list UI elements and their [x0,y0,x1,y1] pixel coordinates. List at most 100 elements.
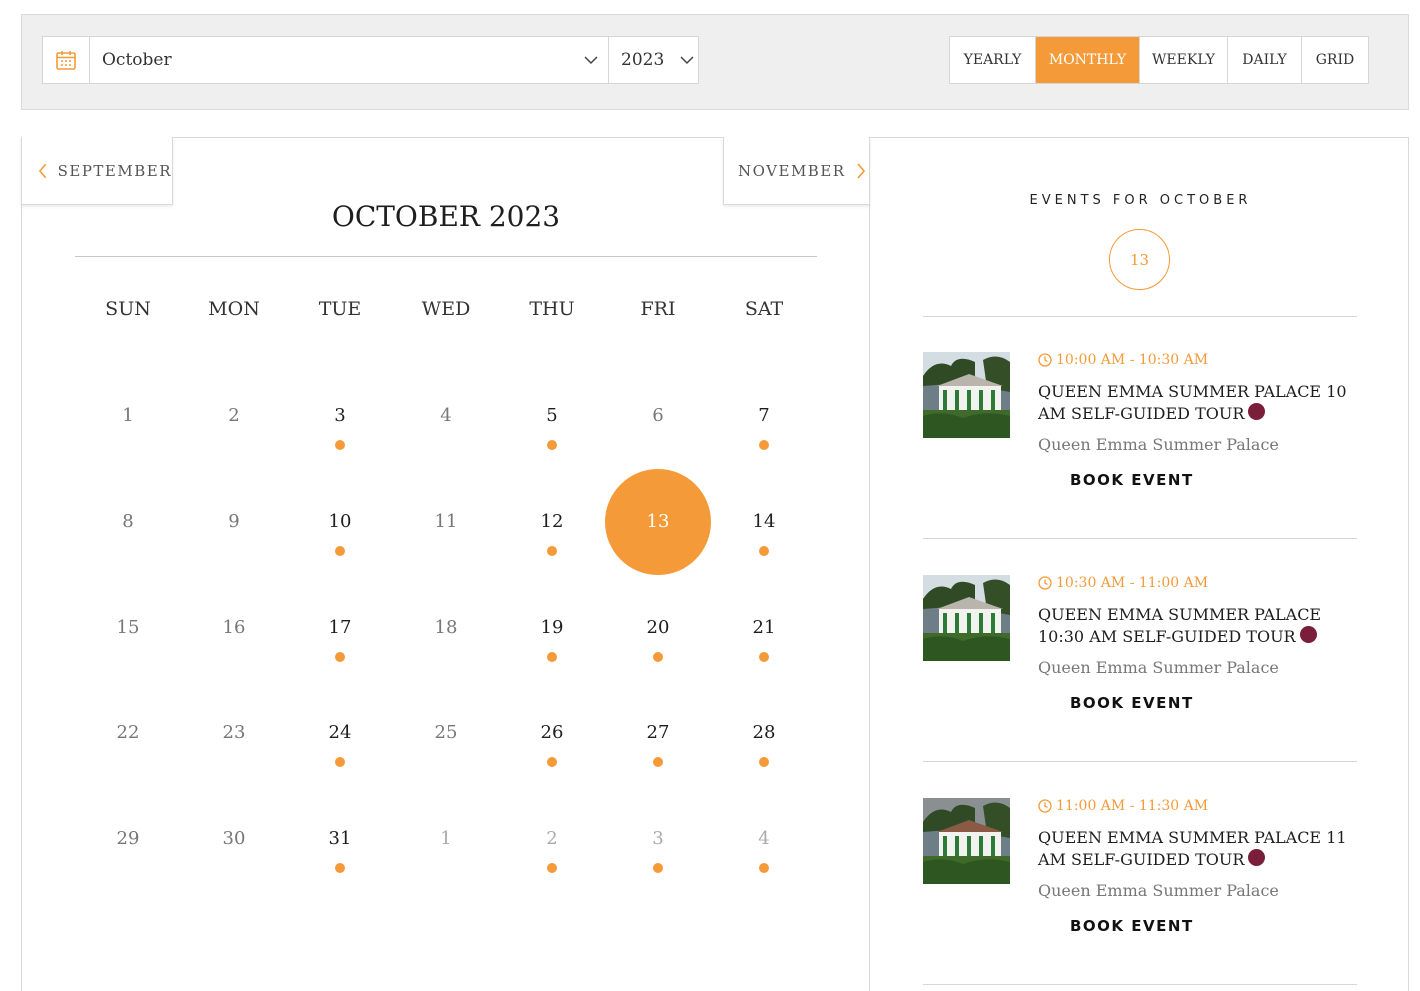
event-thumbnail[interactable] [923,798,1010,884]
event-indicator-dot [335,651,345,662]
event-thumbnail[interactable] [923,575,1010,661]
event-indicator-dot [335,863,345,874]
calendar-day[interactable]: 24 [287,680,393,786]
event-indicator-dot [759,545,769,556]
chevron-right-icon [856,162,865,179]
view-yearly-button[interactable]: YEARLY [950,37,1036,83]
book-event-button[interactable]: BOOK EVENT [1070,471,1194,489]
calendar-icon[interactable] [43,37,90,83]
day-number: 30 [222,828,246,850]
year-select[interactable]: 2023 [609,37,698,83]
day-number: 8 [122,510,134,532]
calendar-day[interactable]: 14 [711,469,817,575]
calendar-day[interactable]: 10 [287,469,393,575]
prev-month-label: SEPTEMBER [57,161,172,180]
day-number: 17 [328,616,352,638]
calendar-day[interactable]: 29 [75,786,181,892]
calendar-day[interactable]: 12 [499,469,605,575]
calendar-day[interactable]: 18 [393,575,499,681]
calendar-day-selected[interactable]: 13 [605,468,711,575]
view-daily-button[interactable]: DAILY [1228,37,1302,83]
day-number: 4 [440,405,452,426]
calendar-day[interactable]: 21 [711,575,817,681]
month-select-value: October [102,50,172,70]
event-title-link[interactable]: QUEEN EMMA SUMMER PALACE 10:30 AM SELF-G… [1038,604,1358,648]
event-thumbnail[interactable] [923,352,1010,438]
day-number: 1 [440,828,452,850]
divider [75,256,817,257]
event-time-text: 11:00 AM - 11:30 AM [1056,798,1209,814]
month-select[interactable]: October [90,37,609,83]
calendar-day[interactable]: 17 [287,575,393,681]
calendar-week: 22 23 24 25 26 27 28 [75,680,817,786]
calendar-day[interactable]: 3 [605,786,711,892]
calendar-day[interactable]: 1 [393,786,499,892]
day-number: 20 [646,616,670,638]
date-picker: October 2023 [42,36,699,84]
day-number: 15 [116,616,140,638]
calendar-day[interactable]: 7 [711,363,817,469]
view-grid-button[interactable]: GRID [1302,37,1368,83]
day-number: 16 [222,616,246,638]
event-title-link[interactable]: QUEEN EMMA SUMMER PALACE 10 AM SELF-GUID… [1038,381,1358,425]
event-indicator-dot [759,757,769,768]
view-monthly-button[interactable]: MONTHLY [1036,37,1140,83]
calendar-day[interactable]: 2 [499,786,605,892]
calendar-day[interactable]: 11 [393,469,499,575]
calendar-day[interactable]: 9 [181,469,287,575]
event-time-text: 10:00 AM - 10:30 AM [1056,352,1209,368]
category-color-icon [1248,849,1266,866]
view-weekly-button[interactable]: WEEKLY [1140,37,1228,83]
calendar-day[interactable]: 19 [499,575,605,681]
calendar-day[interactable]: 6 [605,363,711,469]
prev-month-button[interactable]: SEPTEMBER [21,137,173,205]
calendar-day[interactable]: 4 [393,363,499,469]
calendar-day[interactable]: 4 [711,786,817,892]
weekday-header: SUN MON TUE WED THU FRI SAT [75,298,817,320]
day-number: 1 [122,405,134,426]
day-number: 24 [328,722,352,744]
day-number: 3 [334,405,346,426]
weekday-label: SAT [744,298,784,320]
calendar-day[interactable]: 8 [75,469,181,575]
calendar-day[interactable]: 1 [75,363,181,469]
calendar-day[interactable]: 27 [605,680,711,786]
calendar-day[interactable]: 30 [181,786,287,892]
event-title-link[interactable]: QUEEN EMMA SUMMER PALACE 11 AM SELF-GUID… [1038,827,1358,871]
day-number: 25 [434,722,458,744]
day-number: 28 [752,722,776,744]
divider [923,761,1357,762]
next-month-button[interactable]: NOVEMBER [723,137,870,205]
event-indicator-dot [547,440,557,450]
calendar-day[interactable]: 3 [287,363,393,469]
calendar-day[interactable]: 15 [75,575,181,681]
calendar-day[interactable]: 2 [181,363,287,469]
day-number: 22 [116,722,140,744]
event-indicator-dot [759,863,769,874]
event-venue: Queen Emma Summer Palace [1038,435,1279,454]
calendar-day[interactable]: 31 [287,786,393,892]
calendar-day[interactable]: 23 [181,680,287,786]
day-number: 11 [434,510,458,532]
events-heading: EVENTS FOR OCTOBER [1029,193,1252,208]
book-event-button[interactable]: BOOK EVENT [1070,917,1194,935]
month-calendar: SEPTEMBER NOVEMBER OCTOBER 2023 SUN MON TU… [21,137,870,991]
calendar-day[interactable]: 16 [181,575,287,681]
calendar-day[interactable]: 22 [75,680,181,786]
day-number: 21 [752,616,776,638]
divider [923,538,1357,539]
day-number: 13 [646,510,670,532]
event-title-text: QUEEN EMMA SUMMER PALACE 10:30 AM SELF-G… [1038,605,1322,646]
calendar-day[interactable]: 20 [605,575,711,681]
calendar-day[interactable]: 5 [499,363,605,469]
book-event-button[interactable]: BOOK EVENT [1070,694,1194,712]
day-number: 3 [652,828,664,850]
event-indicator-dot [653,651,663,662]
day-number: 26 [540,722,564,744]
calendar-day[interactable]: 28 [711,680,817,786]
calendar-day[interactable]: 26 [499,680,605,786]
event-indicator-dot [653,863,663,874]
calendar-week: 29 30 31 1 2 3 4 [75,786,817,892]
event-indicator-dot [759,651,769,662]
calendar-day[interactable]: 25 [393,680,499,786]
